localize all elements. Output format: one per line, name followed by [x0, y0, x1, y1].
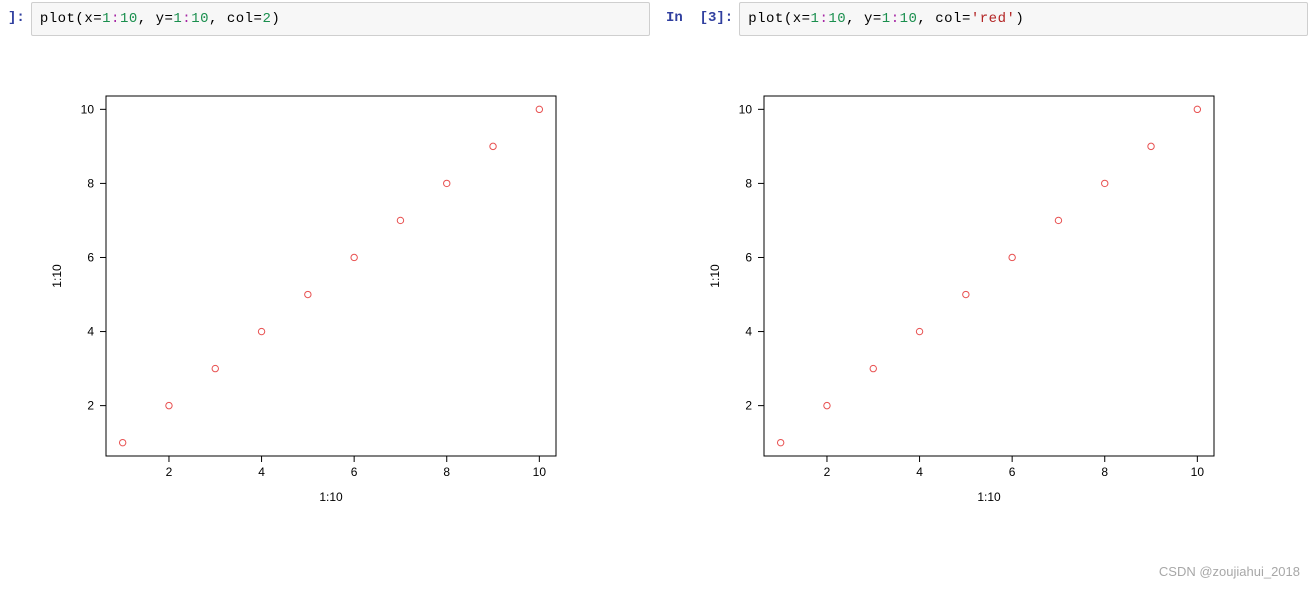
data-point [351, 254, 357, 260]
x-tick-label: 2 [166, 465, 173, 479]
y-tick-label: 4 [87, 325, 94, 339]
code-token-paren: , [846, 11, 864, 27]
y-tick-label: 2 [87, 399, 94, 413]
data-point [119, 440, 125, 446]
data-point [963, 292, 969, 298]
code-token-arg: x [84, 11, 93, 27]
data-point [397, 217, 403, 223]
code-token-num: 10 [120, 11, 138, 27]
y-tick-label: 8 [745, 177, 752, 191]
y-tick-label: 6 [745, 251, 752, 265]
y-tick-label: 2 [745, 399, 752, 413]
data-point [212, 366, 218, 372]
code-token-paren: ( [75, 11, 84, 27]
y-tick-label: 10 [739, 103, 753, 117]
code-token-op: : [111, 11, 120, 27]
code-token-paren: , [138, 11, 156, 27]
plot-frame [764, 96, 1214, 456]
x-tick-label: 6 [351, 465, 358, 479]
data-point [1148, 143, 1154, 149]
code-token-num: 10 [828, 11, 846, 27]
code-token-eq: = [873, 11, 882, 27]
code-token-arg: y [864, 11, 873, 27]
data-point [777, 440, 783, 446]
input-row: In [3]: plot(x=1:10, y=1:10, col='red') [658, 2, 1316, 36]
code-token-paren: ) [1015, 11, 1024, 27]
notebook-cell-right: In [3]: plot(x=1:10, y=1:10, col='red') … [658, 0, 1316, 526]
y-tick-label: 4 [745, 325, 752, 339]
code-token-paren: , [917, 11, 935, 27]
code-token-eq: = [802, 11, 811, 27]
x-tick-label: 8 [443, 465, 450, 479]
data-point [536, 106, 542, 112]
input-row: ]: plot(x=1:10, y=1:10, col=2) [0, 2, 658, 36]
data-point [824, 403, 830, 409]
code-token-paren: , [209, 11, 227, 27]
data-point [166, 403, 172, 409]
data-point [870, 366, 876, 372]
data-point [305, 292, 311, 298]
watermark-text: CSDN @zoujiahui_2018 [1159, 564, 1300, 579]
code-token-num: 1 [102, 11, 111, 27]
y-tick-label: 10 [81, 103, 95, 117]
data-point [1009, 254, 1015, 260]
y-axis-label: 1:10 [50, 264, 64, 288]
data-point [444, 180, 450, 186]
code-token-fn: plot [748, 11, 784, 27]
x-axis-label: 1:10 [977, 490, 1001, 504]
code-token-paren: ) [271, 11, 280, 27]
input-prompt: In [3]: [666, 2, 739, 34]
x-tick-label: 10 [533, 465, 547, 479]
data-point [1055, 217, 1061, 223]
code-token-op: : [891, 11, 900, 27]
plot-frame [106, 96, 556, 456]
data-point [258, 329, 264, 335]
code-token-num: 1 [173, 11, 182, 27]
output-area: 2 4 6 8 10 2 4 6 8 10 1:10 1:10 [0, 36, 658, 526]
x-tick-label: 8 [1101, 465, 1108, 479]
code-token-arg: col [935, 11, 962, 27]
code-token-eq: = [93, 11, 102, 27]
code-token-num: 1 [882, 11, 891, 27]
x-tick-label: 2 [824, 465, 831, 479]
y-tick-label: 8 [87, 177, 94, 191]
plot-output: 2 4 6 8 10 2 4 6 8 10 1:10 1:10 [36, 46, 576, 526]
data-point [1194, 106, 1200, 112]
code-token-op: : [182, 11, 191, 27]
code-token-str: 'red' [971, 11, 1016, 27]
code-cell[interactable]: plot(x=1:10, y=1:10, col='red') [739, 2, 1308, 36]
x-tick-label: 6 [1009, 465, 1016, 479]
input-prompt: ]: [8, 2, 31, 34]
x-tick-label: 4 [916, 465, 923, 479]
x-tick-label: 10 [1191, 465, 1205, 479]
code-token-num: 10 [191, 11, 209, 27]
y-tick-label: 6 [87, 251, 94, 265]
notebook-cell-left: ]: plot(x=1:10, y=1:10, col=2) 246810246… [0, 0, 658, 526]
x-tick-label: 4 [258, 465, 265, 479]
plot-output: 2 4 6 8 10 2 4 6 8 10 1:10 1:10 [694, 46, 1234, 526]
code-token-fn: plot [40, 11, 76, 27]
scatter-plot: 2 4 6 8 10 2 4 6 8 10 1:10 1:10 [36, 46, 576, 526]
data-point [916, 329, 922, 335]
code-token-arg: x [793, 11, 802, 27]
output-area: 2 4 6 8 10 2 4 6 8 10 1:10 1:10 [658, 36, 1316, 526]
y-axis-label: 1:10 [708, 264, 722, 288]
code-token-paren: ( [784, 11, 793, 27]
data-point [1102, 180, 1108, 186]
code-token-arg: col [227, 11, 254, 27]
data-point [490, 143, 496, 149]
code-cell[interactable]: plot(x=1:10, y=1:10, col=2) [31, 2, 650, 36]
code-token-eq: = [962, 11, 971, 27]
x-axis-label: 1:10 [319, 490, 343, 504]
code-token-num: 10 [900, 11, 918, 27]
scatter-plot: 2 4 6 8 10 2 4 6 8 10 1:10 1:10 [694, 46, 1234, 526]
